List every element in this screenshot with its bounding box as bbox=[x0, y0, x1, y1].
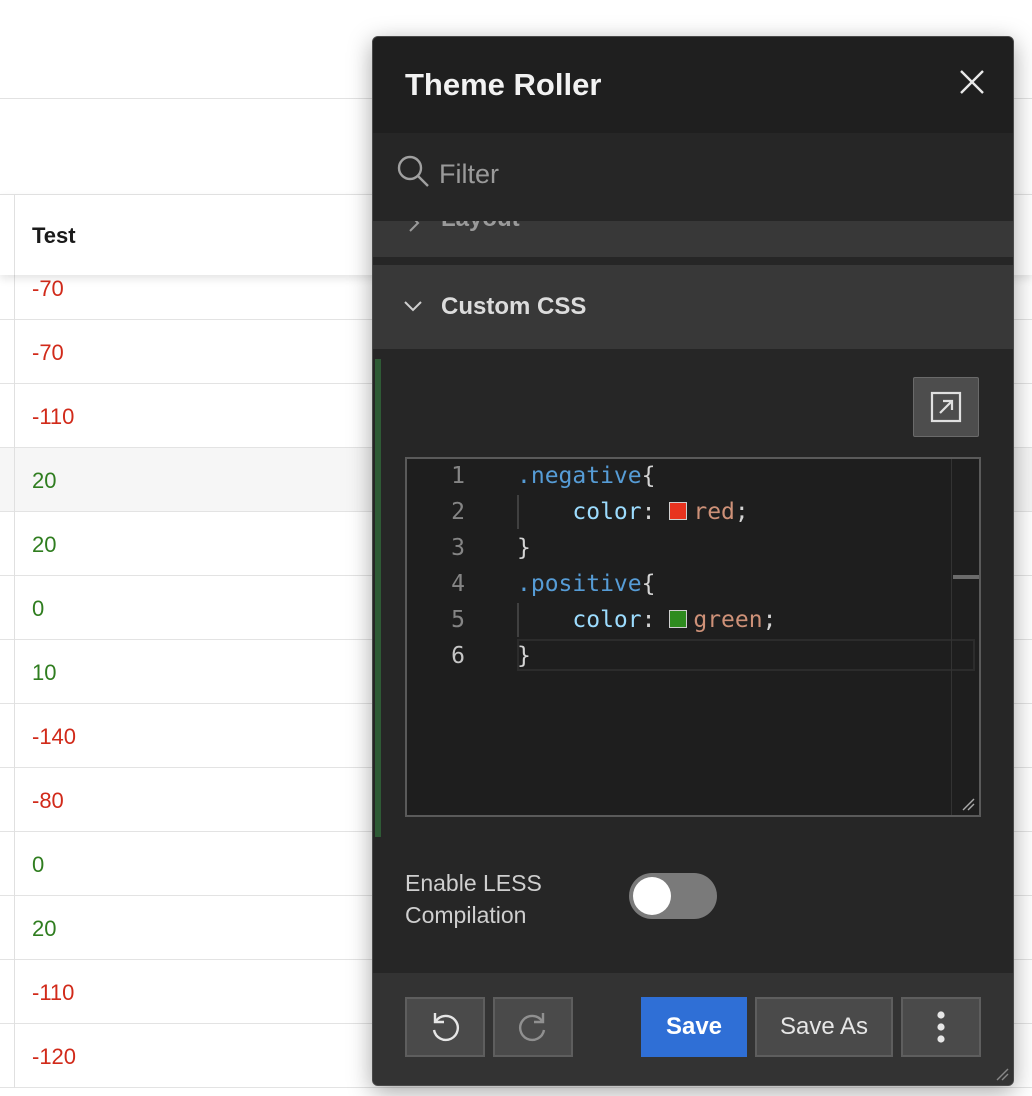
test-value-cell: -70 bbox=[32, 276, 64, 301]
code-token: .negative bbox=[517, 463, 642, 489]
dialog-title: Theme Roller bbox=[405, 67, 602, 102]
redo-icon bbox=[519, 1013, 546, 1042]
test-value-cell: -110 bbox=[32, 980, 75, 1005]
editor-minimap-divider bbox=[951, 459, 952, 815]
dialog-header: Theme Roller bbox=[373, 37, 1013, 133]
save-button[interactable]: Save bbox=[641, 997, 747, 1057]
filter-input[interactable] bbox=[437, 155, 981, 193]
line-number: 4 bbox=[451, 571, 465, 597]
section-custom-css-label: Custom CSS bbox=[441, 293, 587, 320]
column-separator bbox=[14, 512, 15, 576]
code-text: .positive{ bbox=[517, 571, 655, 597]
close-icon bbox=[960, 70, 984, 94]
line-number: 5 bbox=[451, 607, 465, 633]
editor-scrollbar-thumb[interactable] bbox=[953, 575, 979, 579]
test-value-cell: -110 bbox=[32, 404, 75, 429]
column-separator bbox=[14, 640, 15, 704]
less-compilation-toggle[interactable] bbox=[629, 873, 717, 919]
line-number: 3 bbox=[451, 535, 465, 561]
test-value-cell: -80 bbox=[32, 788, 64, 813]
code-token: } bbox=[517, 643, 531, 669]
test-value-cell: 20 bbox=[32, 532, 57, 557]
expand-icon bbox=[930, 391, 962, 423]
chevron-down-icon bbox=[404, 301, 422, 312]
line-number: 6 bbox=[451, 643, 465, 669]
code-line[interactable]: 4 .positive{ bbox=[407, 571, 951, 607]
code-text: color: red; bbox=[517, 499, 749, 525]
column-separator bbox=[14, 448, 15, 512]
active-section-indicator bbox=[375, 359, 381, 837]
color-swatch-icon[interactable] bbox=[669, 502, 688, 520]
color-swatch-icon[interactable] bbox=[669, 610, 688, 628]
redo-button[interactable] bbox=[493, 997, 573, 1057]
toggle-knob bbox=[633, 877, 671, 915]
code-text: color: green; bbox=[517, 607, 776, 633]
test-value-cell: 0 bbox=[32, 596, 45, 621]
test-value-cell: 20 bbox=[32, 468, 57, 493]
resize-grip-icon[interactable] bbox=[961, 797, 975, 811]
less-compilation-label: Enable LESS Compilation bbox=[405, 870, 542, 928]
column-separator bbox=[14, 832, 15, 896]
column-separator bbox=[14, 195, 15, 275]
theme-roller-dialog: Theme Roller Layout Custom CSS bbox=[372, 36, 1014, 1086]
save-as-button[interactable]: Save As bbox=[755, 997, 893, 1057]
code-token: : bbox=[641, 607, 670, 633]
code-token: ; bbox=[734, 499, 749, 525]
dialog-resize-grip-icon[interactable] bbox=[995, 1067, 1009, 1081]
column-separator bbox=[14, 768, 15, 832]
code-line[interactable]: 1 .negative{ bbox=[407, 463, 951, 499]
filter-bar bbox=[373, 133, 1013, 221]
code-token: .positive bbox=[517, 571, 642, 597]
line-number: 2 bbox=[451, 499, 465, 525]
close-button[interactable] bbox=[955, 65, 989, 99]
code-token: ; bbox=[762, 607, 777, 633]
test-value-cell: -140 bbox=[32, 724, 77, 749]
section-custom-css[interactable]: Custom CSS bbox=[373, 265, 1013, 349]
column-separator bbox=[14, 384, 15, 448]
code-text: .negative{ bbox=[517, 463, 655, 489]
undo-button[interactable] bbox=[405, 997, 485, 1057]
column-separator bbox=[14, 1024, 15, 1088]
dialog-footer: Save Save As bbox=[373, 973, 1013, 1085]
test-value-cell: 10 bbox=[32, 660, 57, 685]
test-value-cell: 0 bbox=[32, 852, 45, 877]
column-separator bbox=[14, 896, 15, 960]
column-separator bbox=[14, 320, 15, 384]
expand-editor-button[interactable] bbox=[913, 377, 979, 437]
search-icon bbox=[397, 155, 429, 187]
section-layout-label: Layout bbox=[441, 221, 520, 233]
code-token: red bbox=[693, 499, 735, 525]
code-line[interactable]: 5 color: green; bbox=[407, 607, 951, 643]
code-token: { bbox=[641, 463, 656, 489]
test-value-cell: -120 bbox=[32, 1044, 77, 1069]
code-token: color bbox=[572, 499, 642, 525]
line-number: 1 bbox=[451, 463, 465, 489]
code-text: } bbox=[517, 535, 531, 561]
column-separator bbox=[14, 704, 15, 768]
test-value-cell: -70 bbox=[32, 340, 64, 365]
code-text: } bbox=[517, 643, 531, 669]
more-vertical-icon bbox=[937, 1011, 945, 1043]
column-separator bbox=[14, 576, 15, 640]
section-layout[interactable]: Layout bbox=[373, 221, 1013, 257]
code-line[interactable]: 2 color: red; bbox=[407, 499, 951, 535]
test-value-cell: 20 bbox=[32, 916, 57, 941]
code-line[interactable]: 6} bbox=[407, 643, 951, 679]
chevron-right-icon bbox=[409, 221, 420, 232]
code-token: color bbox=[572, 607, 642, 633]
more-actions-button[interactable] bbox=[901, 997, 981, 1057]
code-token: } bbox=[517, 535, 531, 561]
code-token: green bbox=[693, 607, 763, 633]
css-code-editor[interactable]: 1 .negative{2 color: red; 3} 4 .positive{5 c… bbox=[405, 457, 981, 817]
undo-icon bbox=[432, 1013, 459, 1042]
code-token: { bbox=[641, 571, 656, 597]
code-line[interactable]: 3} bbox=[407, 535, 951, 571]
column-header-test[interactable]: Test bbox=[32, 223, 76, 249]
code-token: : bbox=[641, 499, 670, 525]
column-separator bbox=[14, 960, 15, 1024]
